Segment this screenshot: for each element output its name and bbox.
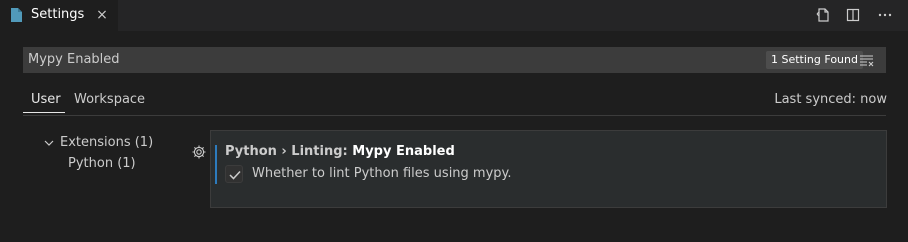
setting-title: Python › Linting: Mypy Enabled xyxy=(225,144,455,159)
settings-search-input[interactable]: Mypy Enabled 1 Setting Found xyxy=(23,47,886,73)
tab-workspace-settings[interactable]: Workspace xyxy=(74,92,145,107)
setting-description: Whether to lint Python files using mypy. xyxy=(252,166,512,181)
editor-tab-bar: Settings × xyxy=(0,0,908,31)
open-settings-json-icon[interactable] xyxy=(815,7,831,23)
tree-item-extensions[interactable]: Extensions (1) xyxy=(60,135,153,150)
divider xyxy=(23,115,886,116)
tree-item-python[interactable]: Python (1) xyxy=(68,156,136,171)
tab-label: Settings xyxy=(31,7,85,22)
more-actions-icon[interactable] xyxy=(877,7,893,23)
settings-file-icon xyxy=(11,8,22,22)
results-count-badge: 1 Setting Found xyxy=(766,51,863,69)
mypy-enabled-checkbox[interactable] xyxy=(225,165,243,183)
setting-item-mypy-enabled: Python › Linting: Mypy Enabled Whether t… xyxy=(210,130,887,208)
split-editor-icon[interactable] xyxy=(845,7,861,23)
tab-user-settings[interactable]: User xyxy=(31,92,61,107)
modified-indicator xyxy=(215,145,217,184)
setting-category: Python › Linting: xyxy=(225,144,353,159)
clear-filter-icon[interactable] xyxy=(859,52,875,68)
search-value: Mypy Enabled xyxy=(28,52,120,67)
tab-settings[interactable]: Settings × xyxy=(0,0,119,31)
active-tab-indicator xyxy=(23,112,65,113)
sync-status: Last synced: now xyxy=(774,92,887,107)
setting-name: Mypy Enabled xyxy=(352,144,455,159)
close-icon[interactable]: × xyxy=(94,6,110,24)
chevron-down-icon[interactable] xyxy=(43,137,55,149)
gear-icon[interactable] xyxy=(191,144,207,160)
